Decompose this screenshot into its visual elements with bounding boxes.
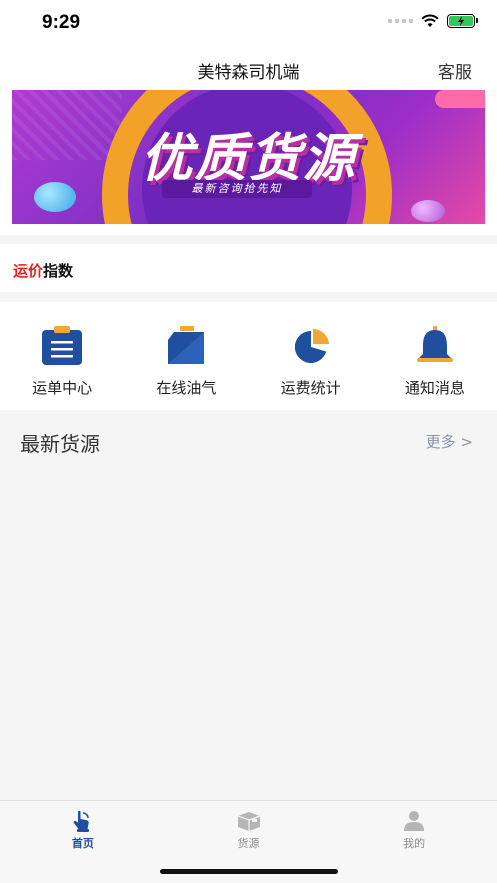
home-hand-icon bbox=[73, 810, 89, 832]
fuel-icon bbox=[164, 326, 208, 366]
menu-label: 运费统计 bbox=[280, 379, 341, 397]
menu-label: 运单中心 bbox=[32, 379, 93, 397]
status-bar: 9:29 bbox=[0, 0, 497, 48]
price-index-label: 运价指数 bbox=[13, 260, 73, 281]
package-icon bbox=[237, 812, 260, 831]
menu-item-online-fuel[interactable]: 在线油气 bbox=[124, 302, 248, 410]
menu-label: 通知消息 bbox=[404, 379, 465, 397]
menu-label: 在线油气 bbox=[156, 379, 217, 397]
menu-item-notifications[interactable]: 通知消息 bbox=[373, 302, 497, 410]
latest-source-title: 最新货源 bbox=[20, 432, 100, 456]
status-time: 9:29 bbox=[42, 12, 81, 33]
banner-ball-decoration bbox=[411, 200, 445, 222]
wifi-icon bbox=[421, 14, 439, 27]
app-header: 美特森司机端 客服 bbox=[0, 48, 497, 90]
price-index-label-dark: 指数 bbox=[43, 262, 74, 280]
price-index-section[interactable]: 运价指数 bbox=[0, 244, 497, 292]
status-icons bbox=[388, 14, 478, 28]
banner-pill-decoration bbox=[435, 90, 485, 108]
more-link[interactable]: 更多 > bbox=[426, 431, 473, 452]
bell-icon bbox=[413, 326, 457, 366]
signal-icon bbox=[388, 19, 413, 23]
customer-service-button[interactable]: 客服 bbox=[438, 58, 472, 83]
home-indicator bbox=[160, 869, 338, 874]
banner-section: 优质货源 最新咨询抢先知 bbox=[0, 90, 497, 235]
price-index-label-red: 运价 bbox=[13, 262, 44, 280]
page-title: 美特森司机端 bbox=[197, 63, 300, 83]
profile-icon bbox=[404, 811, 425, 831]
banner-subtitle: 最新咨询抢先知 bbox=[162, 180, 312, 198]
tab-label: 首页 bbox=[71, 837, 94, 850]
tab-label: 货源 bbox=[237, 837, 260, 850]
tab-profile[interactable]: 我的 bbox=[331, 801, 497, 883]
tab-label: 我的 bbox=[403, 837, 426, 850]
battery-icon bbox=[447, 14, 478, 28]
promo-banner[interactable]: 优质货源 最新咨询抢先知 bbox=[12, 90, 485, 224]
pie-chart-icon bbox=[289, 326, 333, 366]
menu-item-freight-stats[interactable]: 运费统计 bbox=[249, 302, 373, 410]
latest-source-header: 最新货源 更多 > bbox=[0, 410, 497, 470]
clipboard-icon bbox=[40, 326, 84, 366]
quick-menu: 运单中心 在线油气 运费统计 通知消息 bbox=[0, 302, 497, 410]
tab-home[interactable]: 首页 bbox=[0, 801, 166, 883]
menu-item-waybill-center[interactable]: 运单中心 bbox=[0, 302, 124, 410]
